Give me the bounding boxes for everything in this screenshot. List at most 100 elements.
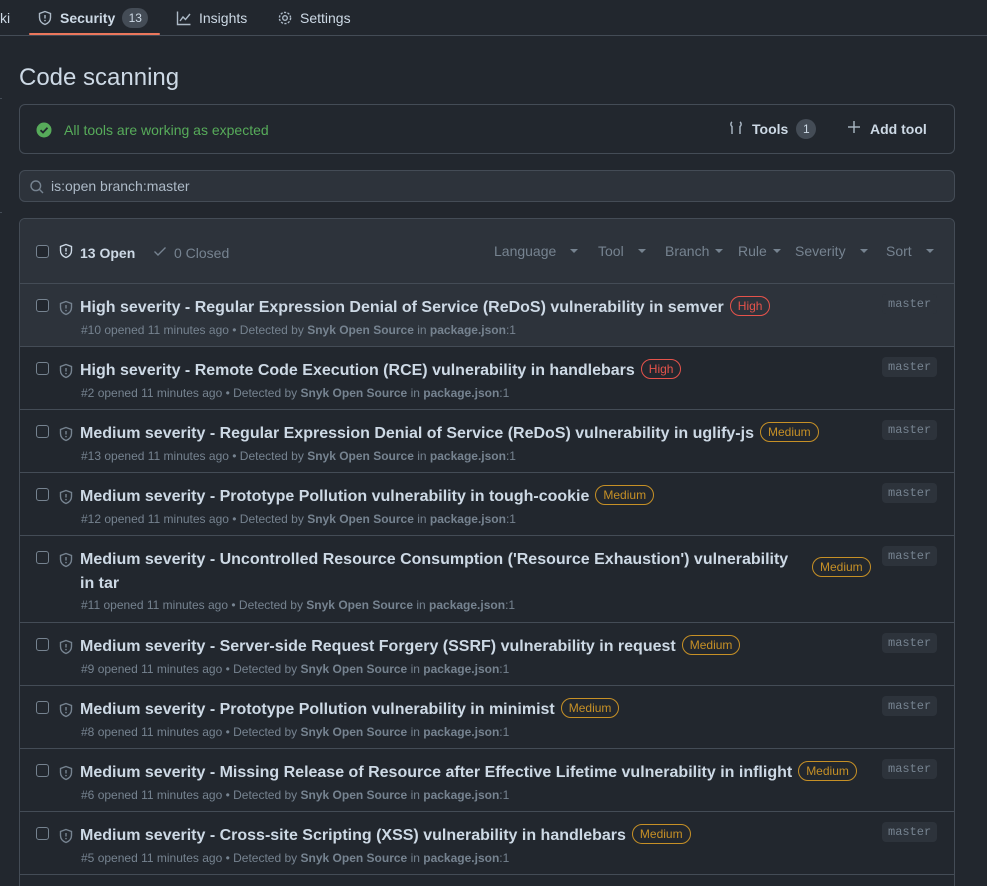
alert-row[interactable]: Medium severity - Missing Release of Res…: [20, 749, 954, 812]
tab-insights[interactable]: Insights: [176, 0, 247, 36]
rule-filter-label: Rule: [738, 243, 767, 259]
alert-file[interactable]: package.json: [423, 725, 499, 739]
alert-checkbox[interactable]: [36, 701, 49, 714]
alert-opened: opened 11 minutes ago: [97, 662, 223, 676]
alert-title-line: Medium severity - Regular Expression Den…: [80, 422, 880, 446]
alert-row[interactable]: High severity - Regular Expression Denia…: [20, 284, 954, 347]
shield-icon: [58, 702, 74, 718]
alert-opened: opened 11 minutes ago: [104, 512, 229, 526]
alert-line: :1: [505, 598, 516, 612]
alert-title-line: Medium severity - Prototype Pollution vu…: [80, 698, 880, 722]
shield-icon: [58, 828, 74, 844]
tab-security-label: Security: [60, 10, 116, 26]
search-input[interactable]: [51, 175, 931, 197]
alert-checkbox[interactable]: [36, 488, 49, 501]
caret-down-icon: [772, 249, 781, 253]
shield-icon: [58, 243, 74, 262]
alert-row[interactable]: High severity - Remote Code Execution (R…: [20, 347, 954, 410]
alert-tool: Snyk Open Source: [307, 449, 414, 463]
tab-security[interactable]: Security 13: [37, 0, 149, 36]
alert-title-link[interactable]: Medium severity - Regular Expression Den…: [80, 425, 754, 442]
tab-wiki-partial[interactable]: ki: [0, 0, 10, 36]
alert-file[interactable]: package.json: [430, 512, 506, 526]
select-all-checkbox[interactable]: [36, 245, 49, 258]
alert-file[interactable]: package.json: [430, 449, 506, 463]
alert-file[interactable]: package.json: [423, 386, 499, 400]
alert-opened: opened 11 minutes ago: [104, 449, 229, 463]
alert-row[interactable]: Medium severity - Prototype Pollution vu…: [20, 686, 954, 749]
alert-file[interactable]: package.json: [423, 788, 499, 802]
alert-row[interactable]: Medium severity - Uncontrolled Resource …: [20, 536, 954, 623]
alert-checkbox[interactable]: [36, 425, 49, 438]
open-count-label: 13 Open: [80, 244, 136, 261]
language-filter[interactable]: Language: [494, 243, 579, 259]
alert-title-link[interactable]: Medium severity - Server-side Request Fo…: [80, 638, 676, 655]
alert-title-line: Medium severity - Server-side Request Fo…: [80, 635, 880, 659]
alert-detected-by: Detected by: [233, 662, 298, 676]
alert-title-link[interactable]: Medium severity - Prototype Pollution vu…: [80, 488, 589, 505]
alert-meta: #6 opened 11 minutes ago • Detected by S…: [81, 788, 510, 802]
alert-row[interactable]: Medium severity - Server-side Request Fo…: [20, 623, 954, 686]
add-tool-button[interactable]: Add tool: [846, 119, 927, 138]
search-icon: [29, 179, 45, 195]
alert-in: in: [416, 598, 426, 612]
alert-tool: Snyk Open Source: [300, 851, 408, 865]
alert-checkbox[interactable]: [36, 299, 49, 312]
alert-title-link[interactable]: Medium severity - Prototype Pollution vu…: [80, 701, 555, 718]
severity-badge: Medium: [812, 557, 871, 577]
alert-number: #12: [81, 512, 102, 526]
alert-detected-by: Detected by: [239, 449, 304, 463]
closed-filter[interactable]: 0 Closed: [152, 243, 229, 262]
alert-checkbox[interactable]: [36, 551, 49, 564]
alert-row[interactable]: Medium severity - Cross-site Scripting (…: [20, 812, 954, 875]
alert-file[interactable]: package.json: [423, 662, 499, 676]
tools-count-badge: 1: [796, 119, 817, 139]
severity-badge: High: [640, 359, 682, 379]
alert-title-link[interactable]: Medium severity - Cross-site Scripting (…: [80, 827, 626, 844]
alert-row[interactable]: Medium severity - Prototype Pollution vu…: [20, 473, 954, 536]
caret-down-icon: [715, 249, 724, 253]
branch-filter[interactable]: Branch: [665, 243, 724, 259]
alert-file[interactable]: package.json: [429, 598, 505, 612]
alert-file[interactable]: package.json: [430, 323, 506, 337]
severity-badge: High: [729, 296, 771, 316]
alert-in: in: [417, 512, 427, 526]
alert-title-line: Medium severity - Prototype Pollution vu…: [80, 485, 880, 509]
alert-opened: opened 11 minutes ago: [97, 788, 223, 802]
alert-detected-by: Detected by: [239, 512, 304, 526]
alert-detected-by: Detected by: [238, 598, 303, 612]
tools-label: Tools: [752, 121, 789, 137]
repo-nav: ki Security 13 Insights Settings: [0, 0, 987, 36]
alert-title-link[interactable]: Medium severity - Missing Release of Res…: [80, 764, 792, 781]
sort-dropdown[interactable]: Sort: [886, 243, 934, 259]
branch-label: master: [882, 483, 938, 503]
tab-settings[interactable]: Settings: [277, 0, 351, 36]
alert-file[interactable]: package.json: [423, 851, 499, 865]
alert-number: #6: [81, 788, 95, 802]
tool-status-panel: All tools are working as expected Tools …: [19, 104, 955, 154]
alert-checkbox[interactable]: [36, 638, 49, 651]
shield-icon: [58, 426, 74, 442]
branch-label: master: [882, 822, 938, 842]
alert-in: in: [410, 788, 420, 802]
alert-title-link[interactable]: High severity - Remote Code Execution (R…: [80, 362, 635, 379]
severity-badge: Medium: [595, 485, 655, 505]
tools-button[interactable]: Tools 1: [728, 119, 817, 139]
tool-filter[interactable]: Tool: [598, 243, 646, 259]
alert-number: #5: [81, 851, 95, 865]
alert-checkbox[interactable]: [36, 764, 49, 777]
alert-meta: #5 opened 11 minutes ago • Detected by S…: [81, 851, 510, 865]
alert-title-link[interactable]: High severity - Regular Expression Denia…: [80, 299, 724, 316]
rule-filter[interactable]: Rule: [738, 243, 781, 259]
alert-detected-by: Detected by: [233, 386, 298, 400]
open-filter[interactable]: 13 Open: [58, 243, 135, 262]
alert-detected-by: Detected by: [239, 323, 304, 337]
alert-checkbox[interactable]: [36, 827, 49, 840]
alert-meta: #12 opened 11 minutes ago • Detected by …: [81, 512, 516, 526]
alert-checkbox[interactable]: [36, 362, 49, 375]
alert-title-link[interactable]: Medium severity - Uncontrolled Resource …: [80, 551, 788, 592]
severity-filter[interactable]: Severity: [795, 243, 868, 259]
alert-row[interactable]: Medium severity - Regular Expression Den…: [20, 410, 954, 473]
alert-line: :1: [499, 851, 510, 865]
alert-in: in: [410, 386, 420, 400]
